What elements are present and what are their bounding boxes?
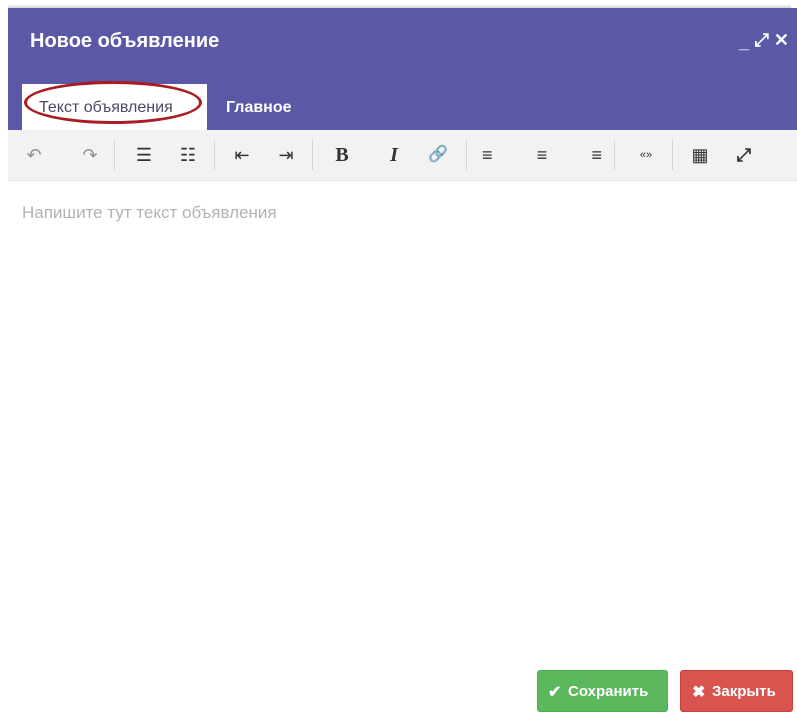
dialog-title: Новое объявление [30, 30, 220, 52]
editor-placeholder: Напишите тут текст объявления [22, 203, 277, 222]
align-left-icon[interactable]: ≡ [482, 144, 506, 166]
toolbar-separator [214, 140, 215, 170]
new-announcement-dialog: Новое объявление _ ⤢ ✕ Текст объявления … [8, 8, 797, 717]
save-button-label: Сохранить [568, 683, 649, 700]
align-right-icon[interactable]: ≡ [578, 144, 602, 166]
toolbar-separator [466, 140, 467, 170]
blockquote-icon[interactable]: «» [634, 144, 658, 166]
annotation-circle [24, 81, 202, 124]
save-button[interactable]: ✔ Сохранить [537, 670, 668, 712]
tab-main-label: Главное [226, 99, 292, 116]
announcement-text-editor[interactable]: Напишите тут текст объявления [11, 181, 797, 661]
toolbar-separator [312, 140, 313, 170]
check-icon: ✔ [548, 684, 562, 701]
link-icon[interactable]: 🔗 [426, 144, 450, 166]
indent-icon[interactable]: ⇥ [274, 144, 298, 166]
align-center-icon[interactable]: ≡ [530, 144, 554, 166]
toolbar-separator [614, 140, 615, 170]
undo-icon[interactable]: ↶ [22, 144, 46, 166]
media-icon[interactable]: ▦ [688, 144, 712, 166]
toolbar-separator [114, 140, 115, 170]
cross-icon: ✖ [692, 684, 706, 701]
italic-icon[interactable]: I [382, 144, 406, 166]
outdent-icon[interactable]: ⇤ [230, 144, 254, 166]
toolbar-separator [672, 140, 673, 170]
bold-icon[interactable]: B [330, 144, 354, 166]
editor-toolbar: ↶ ↷ ☰ ☷ ⇤ ⇥ B I 🔗 ≡ ≡ ≡ «» ▦ ⤢ [8, 130, 797, 181]
maximize-icon[interactable]: ⤢ [755, 30, 769, 50]
close-button[interactable]: ✖ Закрыть [680, 670, 793, 712]
bullet-list-icon[interactable]: ☰ [132, 144, 156, 166]
numbered-list-icon[interactable]: ☷ [176, 144, 200, 166]
close-button-label: Закрыть [712, 683, 776, 700]
tab-main[interactable]: Главное [218, 84, 318, 130]
top-edge [0, 0, 797, 9]
redo-icon[interactable]: ↷ [78, 144, 102, 166]
minimize-icon[interactable]: _ [739, 32, 749, 52]
fullscreen-icon[interactable]: ⤢ [732, 144, 756, 166]
close-icon[interactable]: ✕ [774, 30, 789, 50]
